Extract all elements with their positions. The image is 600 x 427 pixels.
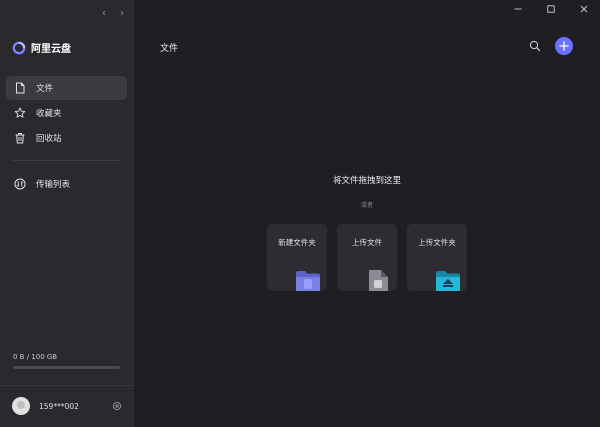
storage-usage-text: 0 B / 100 GB [13,353,58,361]
settings-icon[interactable] [112,401,122,411]
new-folder-button[interactable]: 新建文件夹 [267,224,327,291]
back-arrow-icon[interactable]: ‹ [98,6,110,20]
card-label: 上传文件 [352,238,382,247]
sidebar-item-label: 传输列表 [36,180,71,190]
upload-file-icon [369,270,388,291]
plus-icon [559,41,569,51]
trash-icon [15,133,25,144]
upload-file-button[interactable]: 上传文件 [337,224,397,291]
star-icon [14,107,26,118]
sidebar-item-files[interactable]: 文件 [6,76,127,100]
storage-usage-bar [13,366,120,369]
logo-icon [12,41,26,54]
sidebar-item-transfers[interactable]: 传输列表 [6,172,127,196]
card-label: 上传文件夹 [418,238,456,247]
new-folder-icon [296,271,320,291]
sidebar-divider [12,160,120,161]
upload-folder-button[interactable]: 上传文件夹 [407,224,467,291]
sidebar-item-label: 回收站 [36,134,62,144]
drop-zone-or: 或者 [360,202,373,209]
drop-zone-title: 将文件拖拽到这里 [332,176,401,186]
search-icon[interactable] [529,40,541,52]
forward-arrow-icon[interactable]: › [116,6,128,20]
main-panel: 文件 将文件拖拽到这里 或者 新建文件夹 上传文件 上传文件夹 [134,0,600,427]
sidebar: ‹ › 阿里云盘 文件 收藏夹 回收站 传输列表 0 B / 100 GB 15… [0,0,134,427]
sidebar-item-trash[interactable]: 回收站 [6,126,127,150]
app-logo: 阿里云盘 [12,40,71,55]
file-icon [16,82,25,94]
sidebar-item-favorites[interactable]: 收藏夹 [6,101,127,125]
user-name: 159***002 [39,401,79,411]
sidebar-item-label: 收藏夹 [36,109,62,119]
page-title: 文件 [160,44,179,54]
minimize-icon[interactable] [501,0,534,18]
user-account[interactable]: 159***002 [12,396,122,416]
close-icon[interactable] [567,0,600,18]
app-name: 阿里云盘 [31,44,71,55]
card-label: 新建文件夹 [278,238,316,247]
add-button[interactable] [555,37,573,55]
window-controls [501,0,600,18]
avatar[interactable] [12,397,30,415]
upload-folder-icon [436,271,460,291]
maximize-icon[interactable] [534,0,567,18]
sidebar-nav-secondary: 传输列表 [6,172,127,197]
sidebar-item-label: 文件 [36,84,54,94]
sidebar-footer-divider [0,385,134,386]
sidebar-nav: 文件 收藏夹 回收站 [6,76,127,151]
transfer-icon [14,178,26,190]
history-nav: ‹ › [98,6,128,20]
